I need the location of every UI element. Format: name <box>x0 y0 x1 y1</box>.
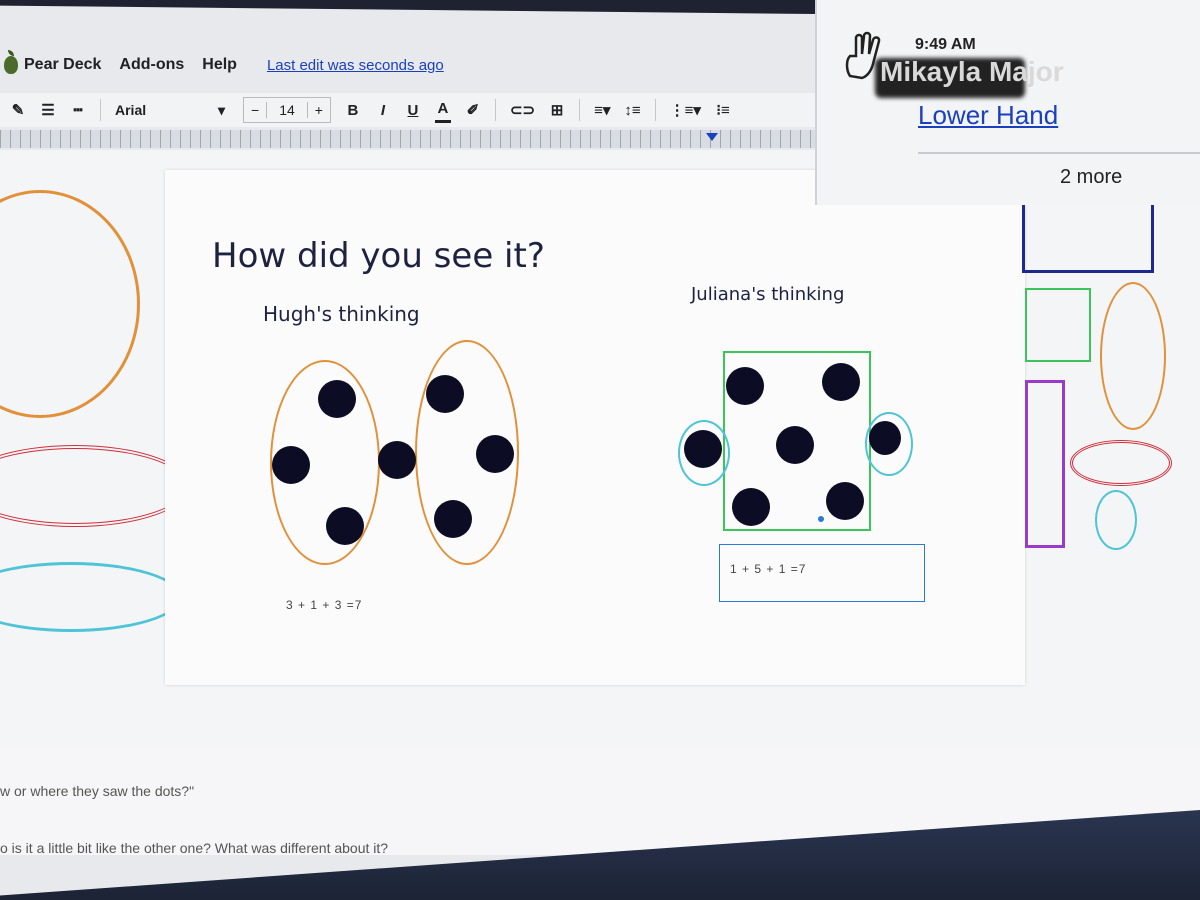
font-size-input[interactable]: 14 <box>266 102 308 118</box>
dot <box>822 363 860 401</box>
menu-pear-deck[interactable]: Pear Deck <box>4 50 102 74</box>
menu-pear-deck-label: Pear Deck <box>24 56 102 73</box>
hugh-caption[interactable]: Hugh's thinking <box>263 302 420 326</box>
menu-addons[interactable]: Add-ons <box>119 56 184 74</box>
bulleted-list-icon[interactable]: ⁝≡ <box>715 99 731 121</box>
link-icon[interactable]: ⊂⊃ <box>510 99 535 121</box>
toolbar-divider <box>654 99 656 121</box>
last-edit-link[interactable]: Last edit was seconds ago <box>267 57 444 74</box>
shape-teal-circle[interactable] <box>1095 490 1137 550</box>
dot <box>776 426 814 464</box>
dot <box>434 500 472 538</box>
panel-divider <box>918 152 1200 154</box>
juliana-equation[interactable]: 1 + 5 + 1 =7 <box>730 562 806 576</box>
bold-button[interactable]: B <box>345 99 361 121</box>
hugh-equation[interactable]: 3 + 1 + 3 =7 <box>286 598 362 612</box>
slide-title[interactable]: How did you see it? <box>212 236 545 276</box>
shape-green-square[interactable] <box>1025 288 1091 362</box>
ruler[interactable] <box>0 130 830 148</box>
shape-purple-bar[interactable] <box>1025 380 1065 548</box>
chevron-down-icon: ▾ <box>217 101 225 118</box>
shape-red-oval[interactable] <box>1070 440 1172 486</box>
dot <box>869 421 901 455</box>
notes-line-1: w or where they saw the dots?" <box>0 783 195 799</box>
dot <box>476 435 514 473</box>
formatting-toolbar: ✎ ☰ ┅ Arial ▾ − 14 + B I U A ✐ ⊂⊃ ⊞ ≡▾ ↕… <box>0 93 840 127</box>
dot <box>826 482 864 520</box>
font-name: Arial <box>115 101 147 118</box>
dot <box>732 488 770 526</box>
menu-bar: Pear Deck Add-ons Help Last edit was sec… <box>0 40 834 90</box>
align-icon[interactable]: ≡▾ <box>594 99 610 121</box>
toolbar-divider <box>100 99 101 121</box>
line-weight-icon[interactable]: ☰ <box>40 99 56 121</box>
font-size-stepper[interactable]: − 14 + <box>243 97 331 123</box>
insert-comment-icon[interactable]: ⊞ <box>549 99 565 121</box>
shape-orange-oval[interactable] <box>1100 282 1166 430</box>
shape-navy-rectangle[interactable] <box>1022 195 1154 273</box>
increase-font-size-button[interactable]: + <box>308 102 330 118</box>
monitor-bezel-top <box>0 0 815 14</box>
juliana-caption[interactable]: Juliana's thinking <box>691 284 844 305</box>
pen-icon[interactable]: ✎ <box>10 99 26 121</box>
pear-deck-icon <box>4 50 18 74</box>
font-select[interactable]: Arial ▾ <box>115 102 229 119</box>
text-color-button[interactable]: A <box>434 98 451 123</box>
underline-button[interactable]: U <box>405 99 421 121</box>
dot <box>272 446 310 484</box>
highlight-pen-icon[interactable]: ✐ <box>465 99 481 121</box>
more-participants-button[interactable]: 2 more <box>1060 166 1122 189</box>
decrease-font-size-button[interactable]: − <box>244 102 266 118</box>
toolbar-divider <box>579 99 581 121</box>
toolbar-divider <box>494 99 496 121</box>
dot <box>684 430 722 468</box>
dot <box>318 380 356 418</box>
dot <box>426 375 464 413</box>
hand-raise-time: 9:49 AM <box>915 36 976 53</box>
italic-button[interactable]: I <box>375 99 391 121</box>
line-spacing-icon[interactable]: ↕≡ <box>624 99 640 121</box>
dot <box>378 441 416 479</box>
dot <box>726 367 764 405</box>
lower-hand-link[interactable]: Lower Hand <box>918 100 1058 131</box>
line-dash-icon[interactable]: ┅ <box>70 99 86 121</box>
numbered-list-icon[interactable]: ⋮≡▾ <box>670 99 701 121</box>
dot <box>326 507 364 545</box>
indent-marker[interactable] <box>706 133 718 141</box>
menu-help[interactable]: Help <box>202 56 237 74</box>
participant-name: Mikayla Major <box>880 56 1064 87</box>
selection-handle[interactable] <box>818 516 824 522</box>
